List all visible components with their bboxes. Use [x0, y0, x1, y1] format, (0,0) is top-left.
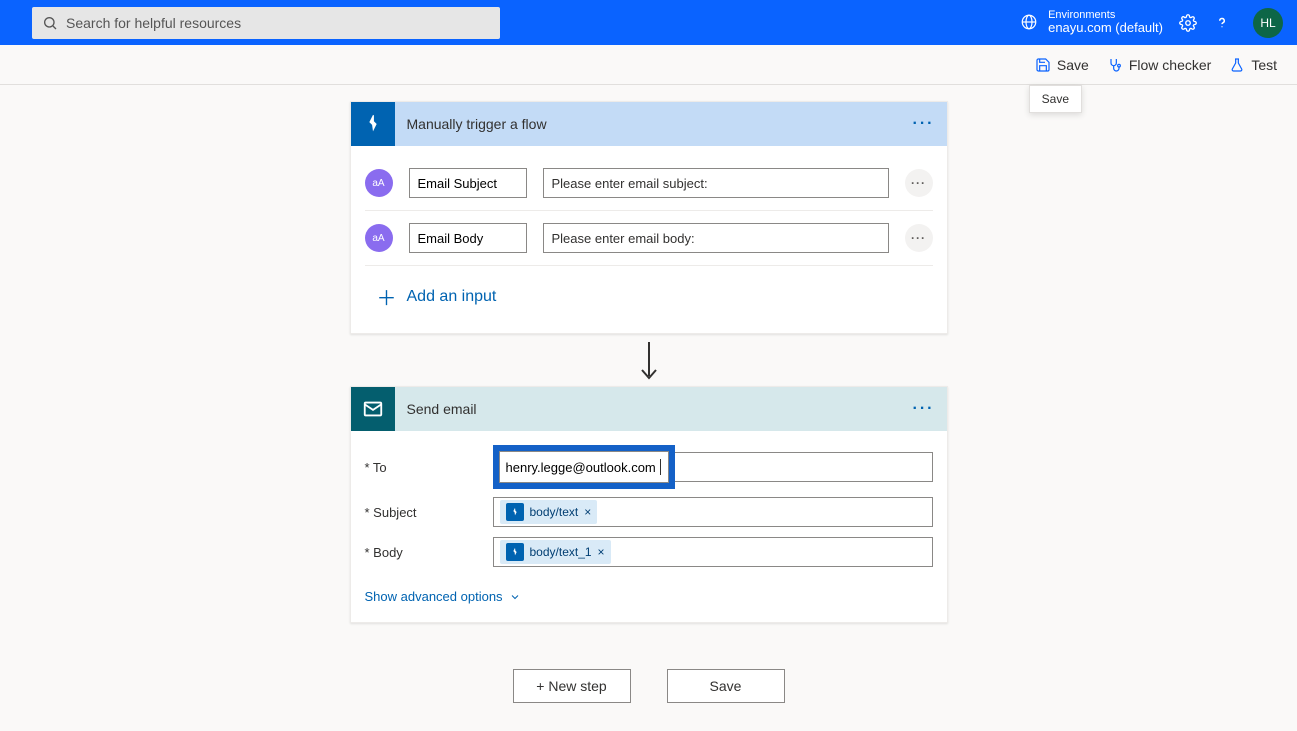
text-caret	[660, 459, 661, 475]
token-text: body/text_1	[530, 545, 592, 559]
flow-checker-label: Flow checker	[1129, 57, 1211, 73]
param-row: aA Email Body Please enter email body: ·…	[365, 211, 933, 266]
trigger-title: Manually trigger a flow	[407, 116, 913, 132]
search-input[interactable]: Search for helpful resources	[32, 7, 500, 39]
search-icon	[42, 15, 58, 31]
trigger-icon	[351, 102, 395, 146]
body-label: * Body	[365, 545, 493, 560]
trigger-card: Manually trigger a flow ··· aA Email Sub…	[350, 101, 948, 334]
mail-icon	[351, 387, 395, 431]
param-name-input[interactable]: Email Body	[409, 223, 527, 253]
search-placeholder: Search for helpful resources	[66, 15, 241, 31]
trigger-more-icon[interactable]: ···	[913, 115, 935, 133]
avatar[interactable]: HL	[1253, 8, 1283, 38]
plus-icon: ＋	[377, 282, 397, 311]
to-highlight: henry.legge@outlook.com	[493, 445, 675, 489]
to-label: * To	[365, 460, 493, 475]
to-input[interactable]: henry.legge@outlook.com	[499, 451, 669, 483]
field-row-subject: * Subject body/text ×	[365, 495, 933, 529]
test-button[interactable]: Test	[1229, 57, 1277, 73]
param-row: aA Email Subject Please enter email subj…	[365, 156, 933, 211]
help-icon[interactable]	[1213, 14, 1231, 32]
to-value: henry.legge@outlook.com	[506, 460, 656, 475]
save-button[interactable]: Save	[1035, 57, 1089, 73]
token-remove-icon[interactable]: ×	[598, 545, 605, 559]
add-input-label: Add an input	[407, 288, 497, 306]
flask-icon	[1229, 57, 1245, 73]
param-more-icon[interactable]: ···	[905, 224, 933, 252]
save-flow-button[interactable]: Save	[667, 669, 785, 703]
chevron-down-icon	[509, 591, 521, 603]
body-input[interactable]: body/text_1 ×	[493, 537, 933, 567]
save-label: Save	[1057, 57, 1089, 73]
trigger-token-icon	[506, 503, 524, 521]
new-step-button[interactable]: + New step	[513, 669, 631, 703]
subject-input[interactable]: body/text ×	[493, 497, 933, 527]
action-card-header[interactable]: Send email ···	[351, 387, 947, 431]
param-prompt-input[interactable]: Please enter email subject:	[543, 168, 889, 198]
flow-canvas: Manually trigger a flow ··· aA Email Sub…	[0, 85, 1297, 703]
globe-icon	[1020, 13, 1038, 31]
trigger-card-header[interactable]: Manually trigger a flow ···	[351, 102, 947, 146]
token-text: body/text	[530, 505, 579, 519]
environment-picker[interactable]: Environments enayu.com (default)	[1020, 9, 1163, 37]
field-row-to: * To henry.legge@outlook.com	[365, 445, 933, 489]
editor-toolbar: Save Flow checker Test Save	[0, 45, 1297, 85]
param-prompt-input[interactable]: Please enter email body:	[543, 223, 889, 253]
param-more-icon[interactable]: ···	[905, 169, 933, 197]
field-row-body: * Body body/text_1 ×	[365, 535, 933, 569]
add-input-button[interactable]: ＋ Add an input	[365, 266, 933, 329]
stethoscope-icon	[1107, 57, 1123, 73]
app-header: Search for helpful resources Environment…	[0, 0, 1297, 45]
to-input-extension[interactable]	[675, 452, 933, 482]
gear-icon[interactable]	[1179, 14, 1197, 32]
param-name-input[interactable]: Email Subject	[409, 168, 527, 198]
dynamic-token[interactable]: body/text ×	[500, 500, 598, 524]
flow-checker-button[interactable]: Flow checker	[1107, 57, 1211, 73]
action-card: Send email ··· * To henry.legge@outlook.…	[350, 386, 948, 623]
save-icon	[1035, 57, 1051, 73]
text-type-icon: aA	[365, 224, 393, 252]
show-advanced-options[interactable]: Show advanced options	[351, 579, 947, 622]
trigger-token-icon	[506, 543, 524, 561]
action-title: Send email	[407, 401, 913, 417]
arrow-down-icon	[637, 340, 661, 382]
subject-label: * Subject	[365, 505, 493, 520]
advanced-label: Show advanced options	[365, 589, 503, 604]
env-name: enayu.com (default)	[1048, 21, 1163, 36]
action-more-icon[interactable]: ···	[913, 400, 935, 418]
bottom-actions: + New step Save	[350, 669, 948, 703]
text-type-icon: aA	[365, 169, 393, 197]
token-remove-icon[interactable]: ×	[584, 505, 591, 519]
connector-arrow	[350, 334, 948, 386]
test-label: Test	[1251, 57, 1277, 73]
dynamic-token[interactable]: body/text_1 ×	[500, 540, 611, 564]
